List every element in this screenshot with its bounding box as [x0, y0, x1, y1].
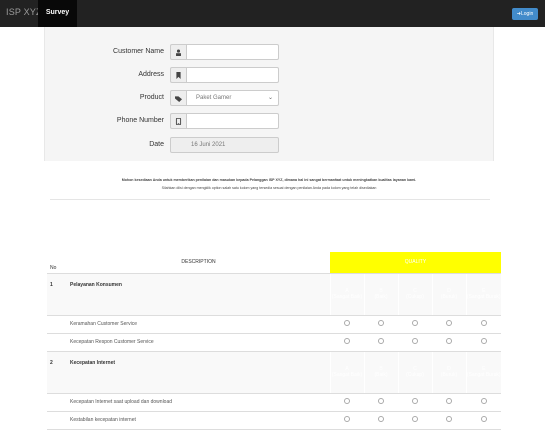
- phone-input[interactable]: [186, 113, 279, 129]
- date-row: Date 16 Juni 2021: [45, 137, 495, 153]
- grade-text: (Baik): [374, 372, 388, 378]
- rating-radio[interactable]: [446, 416, 452, 422]
- product-label: Product: [139, 94, 164, 101]
- customer-name-input[interactable]: [186, 44, 279, 60]
- product-row: Product Paket Gamer ⌄: [45, 90, 495, 106]
- rating-radio[interactable]: [378, 398, 384, 404]
- quality-table: No DESCRIPTION QUALITY 1 Pelayanan Konsum…: [47, 252, 501, 430]
- grade-text: (Buruk): [440, 372, 458, 378]
- rating-radio[interactable]: [446, 338, 452, 344]
- quality-header: QUALITY: [330, 252, 501, 274]
- product-selected-value: Paket Gamer: [196, 95, 232, 101]
- address-row: Address: [45, 67, 495, 83]
- table-header-row: No DESCRIPTION QUALITY: [47, 252, 501, 274]
- customer-name-row: Customer Name: [45, 44, 495, 60]
- rating-radio[interactable]: [344, 338, 350, 344]
- rating-radio[interactable]: [378, 338, 384, 344]
- category-row: 2 Kecepatan Internet A (Sangat Baik) B (Baik)…: [47, 351, 501, 394]
- category-name: Kecepatan Internet: [67, 351, 330, 394]
- grade-header: A (Sangat Baik): [329, 273, 364, 316]
- rating-radio[interactable]: [412, 398, 418, 404]
- grade-header: B (Baik): [363, 273, 398, 316]
- rating-radio[interactable]: [480, 338, 487, 344]
- phone-row: Phone Number: [45, 113, 495, 129]
- question-text: Keramahan Customer Service: [67, 315, 330, 334]
- notice-line-2: Silahkan diisi dengan mengklik option sa…: [161, 186, 377, 190]
- rating-radio[interactable]: [446, 320, 452, 326]
- bookmark-icon: [170, 67, 186, 83]
- login-label: Login: [520, 11, 534, 17]
- rating-radio[interactable]: [446, 398, 452, 404]
- login-button[interactable]: ➜Login: [512, 8, 538, 20]
- divider: [50, 199, 490, 200]
- description-header: DESCRIPTION: [67, 252, 330, 274]
- user-icon: [170, 44, 186, 60]
- customer-name-label: Customer Name: [113, 48, 164, 55]
- rating-radio[interactable]: [378, 416, 384, 422]
- survey-notice: Mohon kesediaan Anda untuk memberikan pe…: [44, 176, 494, 192]
- rating-radio[interactable]: [412, 320, 418, 326]
- grade-header: B (Baik): [363, 351, 398, 394]
- grade-header: C (Cukup): [397, 273, 432, 316]
- question-row: Kestabilan kecepatan internet: [47, 411, 501, 430]
- grade-text: (Buruk): [440, 294, 458, 300]
- question-text: Kecepatan Internet saat upload dan downl…: [67, 393, 330, 412]
- question-text: Kecepatan Respon Customer Service: [67, 333, 330, 352]
- category-name: Pelayanan Konsumen: [67, 273, 330, 316]
- grade-text: (Sangat Baik): [331, 372, 363, 378]
- top-navbar: ISP XYZ Survey ➜Login: [0, 0, 545, 27]
- question-text: Kestabilan kecepatan internet: [67, 411, 330, 430]
- address-label: Address: [138, 71, 164, 78]
- grade-text: (Sangat Buruk): [466, 372, 501, 378]
- phone-label: Phone Number: [116, 117, 164, 124]
- grade-text: (Cukup): [406, 372, 424, 378]
- rating-radio[interactable]: [480, 416, 487, 422]
- question-row: Kecepatan Internet saat upload dan downl…: [47, 393, 501, 412]
- grade-header: D (Buruk): [431, 351, 466, 394]
- no-header: No: [47, 252, 67, 274]
- notice-line-1: Mohon kesediaan Anda untuk memberikan pe…: [121, 178, 417, 182]
- category-number: 1: [47, 273, 67, 316]
- tag-icon: [170, 90, 186, 106]
- rating-radio[interactable]: [412, 416, 418, 422]
- grade-text: (Sangat Buruk): [466, 294, 501, 300]
- brand-name[interactable]: ISP XYZ: [6, 7, 42, 17]
- category-row: 1 Pelayanan Konsumen A (Sangat Baik) B (Baik)…: [47, 273, 501, 316]
- product-select[interactable]: Paket Gamer ⌄: [186, 90, 279, 106]
- grade-header: E (Sangat Buruk): [465, 351, 501, 394]
- rating-radio[interactable]: [412, 338, 418, 344]
- grade-text: (Cukup): [406, 294, 424, 300]
- rating-radio[interactable]: [344, 398, 350, 404]
- rating-radio[interactable]: [480, 398, 487, 404]
- grade-header: C (Cukup): [397, 351, 432, 394]
- category-number: 2: [47, 351, 67, 394]
- grade-header: D (Buruk): [431, 273, 466, 316]
- address-input[interactable]: [186, 67, 279, 83]
- date-field: 16 Juni 2021: [170, 137, 279, 153]
- grade-header: E (Sangat Buruk): [465, 273, 501, 316]
- grade-header: A (Sangat Baik): [329, 351, 364, 394]
- rating-radio[interactable]: [344, 416, 350, 422]
- customer-form: Customer Name Address Product Paket Game…: [44, 27, 494, 161]
- question-row: Kecepatan Respon Customer Service: [47, 333, 501, 352]
- chevron-down-icon: ⌄: [267, 95, 273, 101]
- rating-radio[interactable]: [480, 320, 487, 326]
- rating-radio[interactable]: [378, 320, 384, 326]
- tab-survey[interactable]: Survey: [38, 0, 77, 27]
- rating-radio[interactable]: [344, 320, 350, 326]
- date-label: Date: [149, 141, 164, 148]
- grade-text: (Sangat Baik): [331, 294, 363, 300]
- question-row: Keramahan Customer Service: [47, 315, 501, 334]
- phone-icon: [170, 113, 186, 129]
- grade-text: (Baik): [374, 294, 388, 300]
